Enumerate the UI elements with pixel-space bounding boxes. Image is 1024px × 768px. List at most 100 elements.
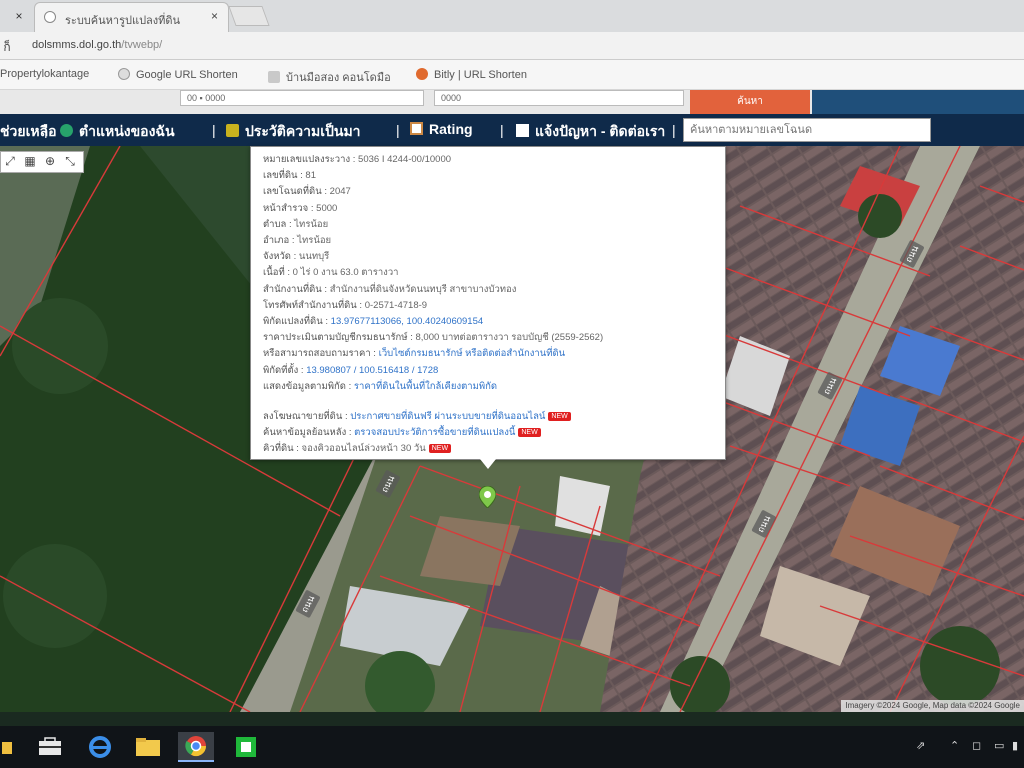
deed-search-input[interactable] [683,118,931,142]
map-toolbar: ⤢ ▦ ⊕ ⤡ [0,151,84,173]
info-label: โทรศัพท์สำนักงานที่ดิน [263,299,357,311]
treasury-link[interactable]: เว็บไซต์กรมธนารักษ์ หรือติดต่อสำนักงานที… [379,348,566,359]
info-row: หรือสามารถสอบถามราคา : เว็บไซต์กรมธนารัก… [263,348,566,360]
os-taskbar: ⇗ ⌃ ◻ ▭ ▮ [0,726,1024,768]
info-label: หรือสามารถสอบถามราคา [263,348,371,360]
taskbar-app-active[interactable] [178,732,214,762]
info-row: เนื้อที่ : 0 ไร่ 0 งาน 63.0 ตารางวา [263,267,399,279]
close-icon[interactable]: × [10,7,28,25]
location-link[interactable]: 13.980807 / 100.516418 / 1728 [306,365,438,376]
nav-contact[interactable]: แจ้งปัญหา - ติดต่อเรา [516,121,665,143]
info-label: เลขโฉนดที่ดิน [263,186,322,198]
taskbar-app[interactable] [130,732,166,762]
info-row: สำนักงานที่ดิน : สำนักงานที่ดินจังหวัดนน… [263,283,517,295]
taskbar-app[interactable] [82,732,118,762]
lock-icon [2,742,12,754]
bookmark-item[interactable]: Propertylokantage [0,68,89,80]
bookmark-label: Google URL Shorten [136,69,238,81]
info-label: จังหวัด [263,251,291,263]
coordinates-link[interactable]: 13.97677113066, 100.40240609154 [331,316,484,327]
map-attribution: Imagery ©2024 Google, Map data ©2024 Goo… [841,700,1024,712]
bitly-icon [416,68,428,80]
url-field[interactable]: dolsmms.dol.go.th/tvwebp/ [32,39,162,51]
taskbar-app[interactable] [228,732,264,762]
browser-tab-bar: × ระบบค้นหารูปแปลงที่ดิน × [0,0,1024,32]
info-label: แสดงข้อมูลตามพิกัด [263,380,346,392]
google-icon [118,68,130,80]
site-field-2[interactable]: 0000 [434,90,684,106]
nav-help[interactable]: ช่วยเหลือ [0,121,57,143]
info-row: พิกัดที่ตั้ง : 13.980807 / 100.516418 / … [263,364,439,376]
nav-rating[interactable]: Rating [410,121,473,137]
info-row: ราคาประเมินตามบัญชีกรมธนารักษ์ : 8,000 บ… [263,332,604,344]
info-label: พิกัดที่ตั้ง [263,364,299,376]
fullscreen-icon[interactable]: ⤢ [3,154,17,169]
chevron-up-icon[interactable]: ⌃ [950,739,959,752]
nav-separator: | [672,122,676,138]
info-value: จองคิวออนไลน์ล่วงหน้า 30 วัน [301,443,426,455]
site-header-banner [812,90,1024,114]
info-label: ตำบล [263,218,287,230]
contact-icon [516,124,529,137]
edge-icon [89,736,111,758]
info-row: เลขโฉนดที่ดิน : 2047 [263,186,351,198]
battery-icon[interactable]: ▭ [994,739,1004,752]
zoom-icon[interactable]: ⊕ [43,154,57,168]
info-value: 2047 [329,186,351,198]
keyboard-icon[interactable]: ▮ [1012,739,1018,752]
house-icon [268,71,280,83]
info-row: หมายเลขแปลงระวาง : 5036 I 4244-00/10000 [263,154,452,165]
info-value: สำนักงานที่ดินจังหวัดนนทบุรี สาขาบางบัวท… [329,283,517,295]
taskbar-app[interactable] [0,732,36,762]
info-label: คิวที่ดิน [263,443,294,455]
layers-icon[interactable]: ▦ [23,154,37,168]
info-value: 5000 [316,202,338,214]
nav-contact-label: แจ้งปัญหา - ติดต่อเรา [535,123,666,139]
chrome-icon [185,736,207,757]
nav-history-label: ประวัติความเป็นมา [245,123,361,139]
sell-land-link[interactable]: ประกาศขายที่ดินฟรี ผ่านระบบขายที่ดินออนไ… [350,411,545,422]
bookmark-label: Bitly | URL Shorten [434,69,527,81]
info-label: ราคาประเมินตามบัญชีกรมธนารักษ์ [263,332,408,344]
new-badge: NEW [518,428,541,438]
nav-my-location[interactable]: ตำแหน่งของฉัน [60,121,175,143]
info-label: อำเภอ [263,235,290,247]
measure-icon[interactable]: ⤡ [63,154,77,169]
info-row: อำเภอ : ไทรน้อย [263,235,332,247]
network-icon[interactable]: ⇗ [916,739,925,752]
info-label: สำนักงานที่ดิน [263,283,322,295]
new-badge: NEW [428,444,452,454]
new-tab-button[interactable] [228,6,270,26]
nav-separator: | [500,122,504,138]
info-row: จังหวัด : นนทบุรี [263,251,330,263]
green-app-icon [236,737,256,757]
volume-icon[interactable]: ◻ [972,739,981,752]
popup-tail [480,459,496,469]
info-value: 0-2571-4718-9 [364,299,428,311]
briefcase-icon [39,737,61,755]
nav-location-label: ตำแหน่งของฉัน [79,123,175,139]
taskbar-app[interactable] [32,732,68,762]
info-row: เลขที่ดิน : 81 [263,170,316,182]
info-label: เลขที่ดิน [263,170,298,182]
nav-separator: | [212,122,216,138]
site-field-1[interactable]: 00 ▪ 0000 [180,90,424,106]
info-label: หมายเลขแปลงระวาง [263,154,351,165]
nearby-price-link[interactable]: ราคาที่ดินในพื้นที่ใกล้เคียงตามพิกัด [354,381,497,392]
info-row: โทรศัพท์สำนักงานที่ดิน : 0-2571-4718-9 [263,299,428,311]
bookmark-item[interactable]: Google URL Shorten [118,68,238,81]
tab-close-button[interactable]: × [211,9,218,23]
bookmark-item[interactable]: บ้านมือสอง คอนโดมือ [268,68,391,86]
info-label: ลงโฆษณาขายที่ดิน [263,411,343,423]
bookmark-item[interactable]: Bitly | URL Shorten [416,68,527,81]
reload-icon[interactable]: ก็ [0,38,14,57]
site-search-button[interactable]: ค้นหา [690,90,810,114]
browser-tab[interactable]: ระบบค้นหารูปแปลงที่ดิน × [34,2,229,32]
popup-spacer [263,395,713,409]
map-marker-icon[interactable] [479,486,496,508]
bookmark-label: บ้านมือสอง คอนโดมือ [286,72,391,84]
info-row: แสดงข้อมูลตามพิกัด : ราคาที่ดินในพื้นที่… [263,380,498,392]
nav-history[interactable]: ประวัติความเป็นมา [226,121,361,143]
folder-icon [136,738,160,756]
history-link[interactable]: ตรวจสอบประวัติการซื้อขายที่ดินแปลงนี้ [354,427,515,438]
